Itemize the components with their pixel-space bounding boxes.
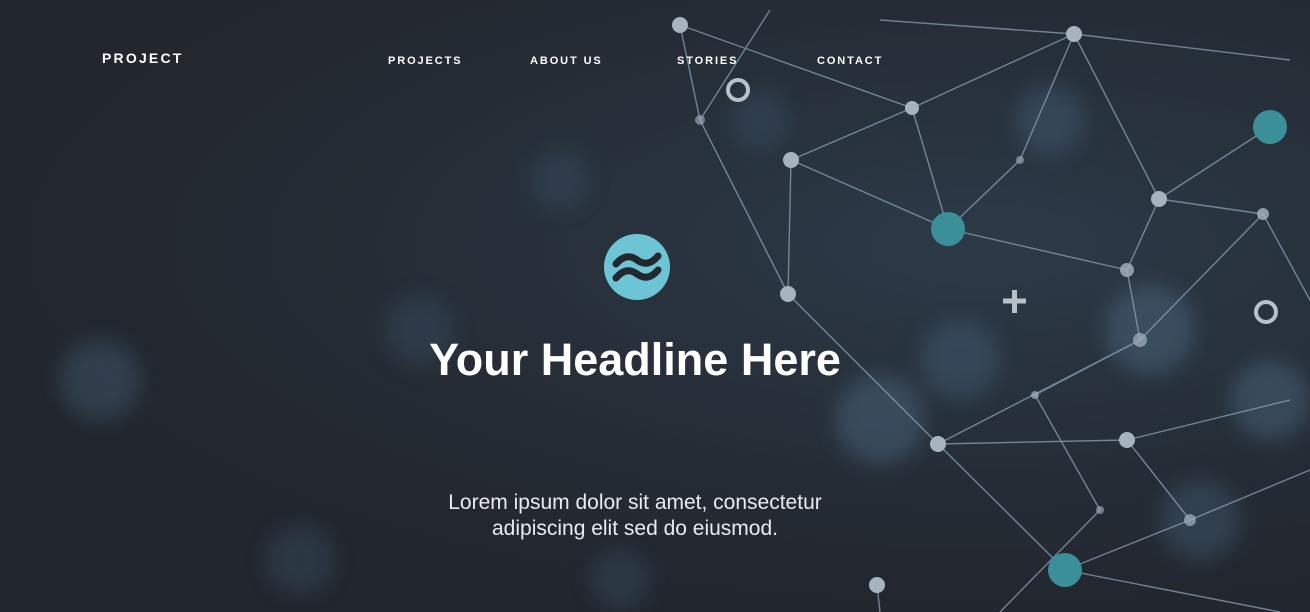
hero-section: PROJECT PROJECTS ABOUT US STORIES CONTAC… — [0, 0, 1310, 612]
main-nav: PROJECTS ABOUT US STORIES CONTACT — [0, 55, 1310, 69]
nav-item-projects[interactable]: PROJECTS — [388, 55, 463, 67]
nav-item-contact[interactable]: CONTACT — [817, 55, 883, 67]
hero-subtext: Lorem ipsum dolor sit amet, consectetur … — [448, 491, 822, 540]
hero-headline: Your Headline Here — [429, 334, 841, 385]
nav-item-about-us[interactable]: ABOUT US — [530, 55, 603, 67]
plus-marker — [1003, 290, 1026, 313]
wave-circle-icon — [604, 234, 670, 300]
nav-item-stories[interactable]: STORIES — [677, 55, 738, 67]
